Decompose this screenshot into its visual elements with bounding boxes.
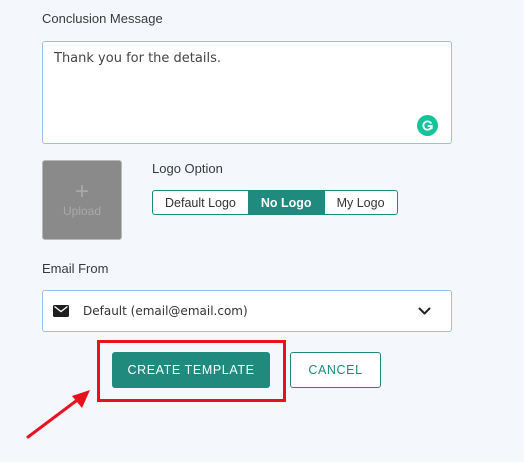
logo-option-no-logo[interactable]: No Logo xyxy=(248,191,325,214)
upload-label: Upload xyxy=(62,204,102,218)
email-from-label: Email From xyxy=(42,261,109,276)
mail-icon xyxy=(53,305,69,317)
highlight-box xyxy=(97,340,286,402)
conclusion-message-textarea[interactable]: Thank you for the details. xyxy=(42,41,452,144)
plus-icon: + xyxy=(74,178,89,205)
email-from-select[interactable]: Default (email@email.com) xyxy=(42,290,452,332)
arrow-icon xyxy=(26,390,90,439)
cancel-button[interactable]: CANCEL xyxy=(290,352,381,388)
conclusion-message-label: Conclusion Message xyxy=(42,11,163,26)
conclusion-message-text: Thank you for the details. xyxy=(54,51,221,66)
logo-option-segmented-control: Default Logo No Logo My Logo xyxy=(152,190,398,215)
logo-option-my-logo[interactable]: My Logo xyxy=(325,191,397,214)
grammarly-icon[interactable] xyxy=(417,115,438,136)
logo-option-default[interactable]: Default Logo xyxy=(153,191,249,214)
logo-option-label: Logo Option xyxy=(152,161,223,176)
upload-logo-button[interactable]: + Upload xyxy=(42,160,122,240)
chevron-down-icon xyxy=(418,307,431,315)
email-from-value: Default (email@email.com) xyxy=(83,304,248,318)
